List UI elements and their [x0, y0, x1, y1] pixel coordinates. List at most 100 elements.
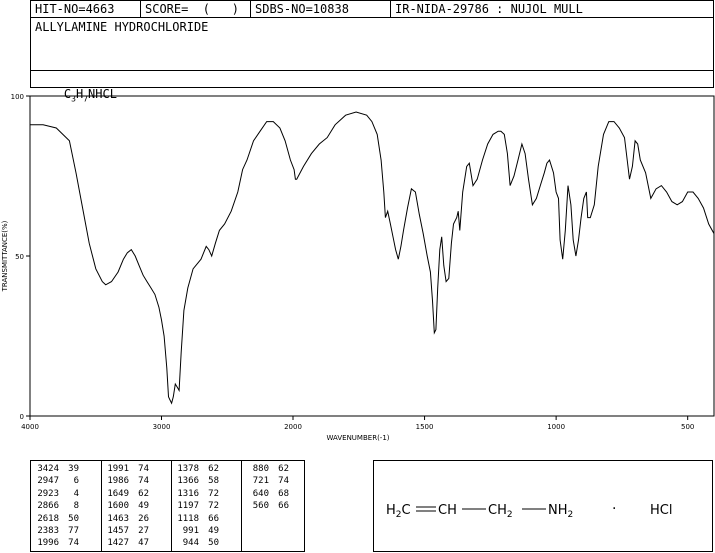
peak-row: 1118 66 — [173, 513, 219, 525]
peak-row: 991 49 — [173, 525, 219, 537]
peak-row: 2947 6 — [33, 475, 79, 487]
x-tick-label: 4000 — [21, 423, 39, 431]
peak-row: 1457 27 — [103, 525, 149, 537]
y-tick-label: 100 — [11, 93, 24, 101]
peak-row: 1366 58 — [173, 475, 219, 487]
structure-dot: · — [612, 501, 616, 517]
peak-wavenumber: 1463 — [107, 513, 129, 524]
peak-wavenumber: 944 — [182, 538, 199, 549]
plot-frame — [29, 95, 715, 417]
peak-wavenumber: 1427 — [107, 538, 129, 549]
peak-transmittance: 62 — [278, 464, 289, 474]
peak-row: 1991 74 — [103, 463, 149, 475]
peak-row: 2383 77 — [33, 525, 79, 537]
peak-column-2: 1991 74 1986 74 1649 62 1600 49 1463 26 1457 27 1427… — [103, 463, 149, 550]
peak-row: 1427 47 — [103, 537, 149, 549]
peak-row: 1378 62 — [173, 463, 219, 475]
y-tick-label: 50 — [15, 253, 24, 261]
peak-transmittance: 26 — [138, 513, 149, 524]
x-axis-label: WAVENUMBER(-1) — [326, 434, 389, 442]
peak-transmittance: 74 — [138, 464, 149, 474]
x-tick-label: 500 — [681, 423, 694, 431]
x-tick-label: 1500 — [416, 423, 434, 431]
peak-wavenumber: 1316 — [177, 488, 199, 499]
peak-wavenumber: 1118 — [177, 513, 199, 524]
peak-column-4: 880 62 721 74 640 68 560 66 — [243, 463, 289, 513]
peak-row: 560 66 — [243, 500, 289, 512]
peak-wavenumber: 1378 — [177, 464, 199, 474]
peak-row: 944 50 — [173, 537, 219, 549]
peak-wavenumber: 1991 — [107, 464, 129, 474]
peak-transmittance: 27 — [138, 525, 149, 536]
peak-row: 1197 72 — [173, 500, 219, 512]
peak-divider-1 — [101, 461, 102, 551]
peak-row: 1986 74 — [103, 475, 149, 487]
peak-transmittance: 74 — [278, 476, 289, 487]
structure-ch: CH — [438, 503, 457, 518]
peak-wavenumber: 560 — [252, 501, 269, 512]
peak-transmittance: 39 — [68, 464, 79, 474]
peak-wavenumber: 3424 — [37, 464, 59, 474]
peak-transmittance: 74 — [138, 476, 149, 487]
y-tick-label: 0 — [20, 413, 24, 421]
peak-transmittance: 4 — [73, 488, 79, 499]
peak-transmittance: 77 — [68, 525, 79, 536]
peak-row: 2618 50 — [33, 513, 79, 525]
peak-row: 2866 8 — [33, 500, 79, 512]
peak-transmittance: 58 — [208, 476, 219, 487]
peak-transmittance: 8 — [73, 501, 79, 512]
structure-h2c: H2C — [386, 503, 411, 520]
peak-wavenumber: 2383 — [37, 525, 59, 536]
peak-transmittance: 62 — [138, 488, 149, 499]
peak-transmittance: 72 — [208, 488, 219, 499]
peak-transmittance: 49 — [138, 501, 149, 512]
peak-wavenumber: 1366 — [177, 476, 199, 487]
peak-transmittance: 68 — [278, 488, 289, 499]
peak-row: 880 62 — [243, 463, 289, 475]
peak-wavenumber: 2923 — [37, 488, 59, 499]
structure-hcl: HCl — [650, 503, 672, 518]
peak-divider-3 — [241, 461, 242, 551]
peak-transmittance: 74 — [68, 538, 79, 549]
peak-column-3: 1378 62 1366 58 1316 72 1197 72 1118 66 991 49 944 50 — [173, 463, 219, 550]
peak-transmittance: 72 — [208, 501, 219, 512]
peak-row: 1463 26 — [103, 513, 149, 525]
structure-diagram: H2C CH CH2 NH2 · HCl — [386, 501, 672, 520]
peak-transmittance: 62 — [208, 464, 219, 474]
peak-column-1: 3424 39 2947 6 2923 4 2866 8 2618 50 2383 77 1996 74 — [33, 463, 79, 550]
x-tick-label: 2000 — [284, 423, 302, 431]
peak-wavenumber: 1986 — [107, 476, 129, 487]
y-axis-label: TRANSMITTANCE(%) — [1, 220, 9, 292]
peak-row: 3424 39 — [33, 463, 79, 475]
peak-transmittance: 50 — [208, 538, 219, 549]
peak-row: 1996 74 — [33, 537, 79, 549]
peak-transmittance: 6 — [73, 476, 79, 487]
peak-row: 2923 4 — [33, 488, 79, 500]
peak-wavenumber: 2618 — [37, 513, 59, 524]
peak-wavenumber: 1600 — [107, 501, 129, 512]
ir-spectrum-chart: 4000 3000 2000 1500 1000 500 0 50 100 WAVENUMBER… — [1, 93, 715, 442]
peak-wavenumber: 991 — [182, 525, 199, 536]
peak-wavenumber: 1649 — [107, 488, 129, 499]
spectrum-line — [30, 111, 715, 405]
peak-transmittance: 49 — [208, 525, 219, 536]
x-tick-label: 1000 — [547, 423, 565, 431]
peak-transmittance: 50 — [68, 513, 79, 524]
peak-transmittance: 66 — [278, 501, 289, 512]
peak-row: 721 74 — [243, 475, 289, 487]
axis-ticks: 4000 3000 2000 1500 1000 500 0 50 100 — [11, 93, 695, 431]
structure-box: H2C CH CH2 NH2 · HCl — [373, 460, 713, 552]
peak-wavenumber: 880 — [252, 464, 269, 474]
peak-row: 1649 62 — [103, 488, 149, 500]
peak-wavenumber: 1197 — [177, 501, 199, 512]
peak-wavenumber: 2866 — [37, 501, 59, 512]
structure-ch2: CH2 — [488, 503, 513, 520]
peak-transmittance: 47 — [138, 538, 149, 549]
peak-wavenumber: 2947 — [37, 476, 59, 487]
structure-nh2: NH2 — [548, 503, 573, 520]
peak-transmittance: 66 — [208, 513, 219, 524]
peak-row: 1316 72 — [173, 488, 219, 500]
peak-divider-2 — [171, 461, 172, 551]
peak-wavenumber: 721 — [252, 476, 269, 487]
peak-row: 1600 49 — [103, 500, 149, 512]
